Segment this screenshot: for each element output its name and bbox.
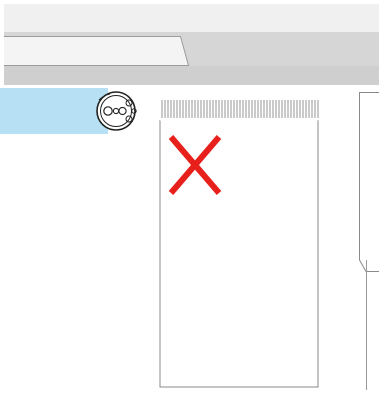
red-x-icon — [168, 135, 222, 195]
document-page-secondary-lower — [366, 260, 379, 390]
toolbar-band — [4, 66, 379, 85]
tab-active[interactable] — [4, 36, 188, 65]
document-page-secondary[interactable] — [354, 92, 379, 272]
optical-disc-icon[interactable] — [91, 90, 141, 132]
